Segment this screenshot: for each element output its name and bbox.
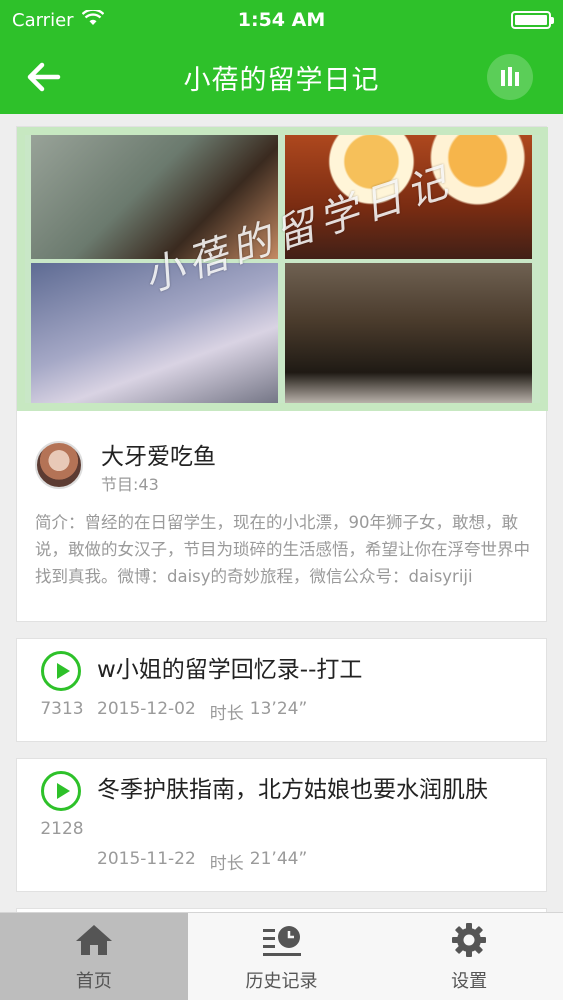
play-icon — [56, 783, 70, 799]
program-profile-card: 小蓓的留学日记 大牙爱吃鱼 节目:43 简介：曾经的在日留学生，现在的小北漂，9… — [16, 126, 548, 622]
status-time: 1:54 AM — [237, 9, 326, 31]
play-button[interactable] — [41, 771, 81, 811]
stats-button[interactable] — [487, 54, 533, 100]
home-icon — [73, 921, 115, 959]
play-icon — [56, 663, 70, 679]
program-intro: 简介：曾经的在日留学生，现在的小北漂，90年狮子女，敢想，敢说，敢做的女汉子，节… — [35, 513, 530, 586]
back-button[interactable] — [20, 54, 68, 100]
tab-label: 首页 — [75, 970, 112, 992]
gear-icon — [448, 921, 490, 959]
episode-date: 2015-11-22 — [97, 849, 196, 869]
episode-duration: 13’24” — [249, 699, 308, 719]
play-button[interactable] — [41, 651, 81, 691]
episode-item[interactable]: 7313 w小姐的留学回忆录--打工 2015-12-02 时长 13’24” — [16, 638, 547, 742]
status-bar: Carrier 1:54 AM — [0, 0, 563, 40]
episode-item[interactable]: 2128 冬季护肤指南，北方姑娘也要水润肌肤 2015-11-22 时长 21’… — [16, 758, 547, 892]
episode-title: 冬季护肤指南，北方姑娘也要水润肌肤 — [97, 777, 488, 803]
tab-home[interactable]: 首页 — [0, 913, 188, 1000]
content-scroll[interactable]: 小蓓的留学日记 大牙爱吃鱼 节目:43 简介：曾经的在日留学生，现在的小北漂，9… — [0, 114, 563, 912]
episode-meta: 2015-11-22 时长 21’44” — [97, 849, 307, 874]
author-name: 大牙爱吃鱼 — [101, 444, 216, 470]
carrier-label: Carrier — [12, 9, 74, 31]
play-count: 2128 — [40, 819, 84, 839]
episode-date: 2015-12-02 — [97, 699, 196, 719]
battery-icon — [511, 11, 554, 29]
duration-label: 时长 — [209, 704, 244, 724]
episode-meta: 2015-12-02 时长 13’24” — [97, 699, 307, 724]
episode-title: w小姐的留学回忆录--打工 — [97, 657, 363, 683]
author-row: 大牙爱吃鱼 节目:43 — [35, 427, 535, 497]
bar-chart-icon — [501, 67, 519, 86]
wifi-icon — [81, 8, 104, 31]
episode-count: 节目:43 — [101, 475, 159, 494]
nav-bar: 小蓓的留学日记 — [0, 40, 563, 114]
cover-photo-food — [285, 263, 532, 409]
page-title: 小蓓的留学日记 — [183, 64, 380, 96]
tab-label: 设置 — [451, 970, 488, 992]
cover-image: 小蓓的留学日记 — [17, 127, 548, 411]
back-arrow-icon — [27, 62, 61, 92]
avatar[interactable] — [35, 441, 83, 489]
tab-settings[interactable]: 设置 — [375, 913, 563, 1000]
history-icon — [261, 921, 303, 959]
tab-bar: 首页 历史记录 设置 — [0, 912, 563, 1000]
play-count: 7313 — [40, 699, 84, 719]
tab-label: 历史记录 — [245, 970, 318, 992]
episode-duration: 21’44” — [249, 849, 308, 869]
tab-history[interactable]: 历史记录 — [188, 913, 376, 1000]
duration-label: 时长 — [209, 854, 244, 874]
